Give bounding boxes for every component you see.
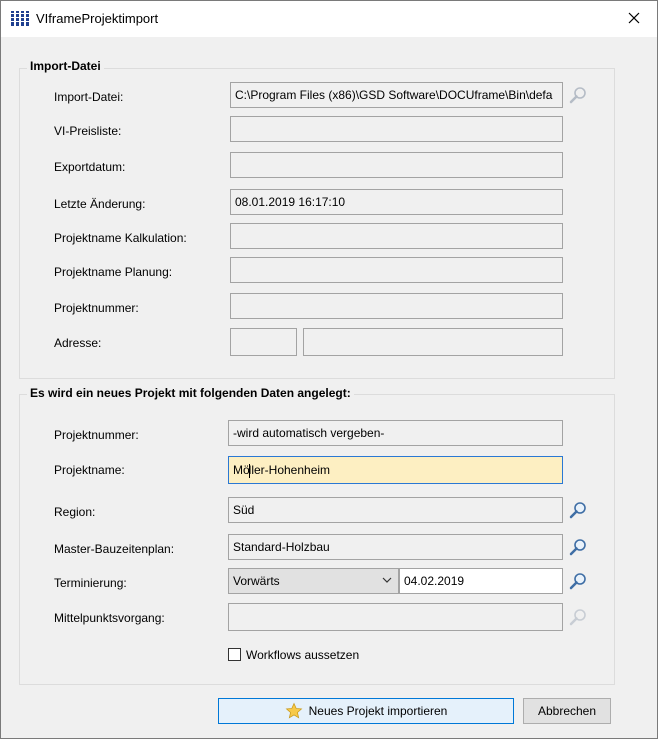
projektnummer-import-label: Projektnummer: [54, 301, 139, 315]
exportdatum-label: Exportdatum: [54, 160, 126, 174]
workflows-checkbox[interactable] [228, 648, 241, 661]
import-file-field[interactable]: C:\Program Files (x86)\GSD Software\DOCU… [230, 82, 563, 108]
import-project-button-label: Neues Projekt importieren [308, 704, 448, 718]
projektname-input[interactable]: Möller-Hohenheim [228, 456, 563, 484]
cancel-button-label: Abbrechen [537, 704, 597, 718]
mittelpunktsvorgang-label: Mittelpunktsvorgang: [54, 611, 165, 625]
workflows-label: Workflows aussetzen [246, 648, 360, 662]
projektnummer-import-field[interactable] [230, 293, 563, 319]
region-field[interactable]: Süd [228, 497, 563, 523]
chevron-down-icon [382, 577, 392, 583]
cancel-button[interactable]: Abbrechen [523, 698, 611, 724]
projektname-kalkulation-label: Projektname Kalkulation: [54, 231, 187, 245]
projektname-planung-label: Projektname Planung: [54, 265, 173, 279]
projektname-planung-field[interactable] [230, 257, 563, 283]
projektnummer-field[interactable]: -wird automatisch vergeben- [228, 420, 563, 446]
terminierung-select[interactable]: Vorwärts [228, 568, 399, 594]
master-bauzeitenplan-label: Master-Bauzeitenplan: [54, 542, 175, 556]
title-bar: VIframeProjektimport [1, 1, 657, 37]
terminierung-label: Terminierung: [54, 576, 127, 590]
terminierung-search-icon[interactable] [568, 571, 588, 591]
search-icon[interactable] [568, 85, 588, 105]
adresse-short-field[interactable] [230, 328, 297, 356]
master-bauzeitenplan-field[interactable]: Standard-Holzbau [228, 534, 563, 560]
projektname-label: Projektname: [54, 463, 125, 477]
adresse-label: Adresse: [54, 336, 102, 350]
mittelpunkt-search-icon[interactable] [568, 607, 588, 627]
import-file-group-title: Import-Datei [27, 59, 104, 73]
import-file-label: Import-Datei: [54, 90, 124, 104]
dialog-window: VIframeProjektimport Import-Datei Import… [0, 0, 658, 739]
import-project-button[interactable]: Neues Projekt importieren [218, 698, 514, 724]
vi-preisliste-field[interactable] [230, 116, 563, 142]
mittelpunktsvorgang-field[interactable] [228, 603, 563, 631]
new-project-group-title: Es wird ein neues Projekt mit folgenden … [27, 386, 354, 400]
adresse-long-field[interactable] [303, 328, 563, 356]
projektname-text-before-cursor: Mö [233, 463, 250, 477]
terminierung-select-value: Vorwärts [233, 574, 280, 588]
app-icon [11, 11, 29, 26]
region-label: Region: [54, 505, 96, 519]
exportdatum-field[interactable] [230, 152, 563, 178]
region-search-icon[interactable] [568, 500, 588, 520]
window-title: VIframeProjektimport [36, 11, 159, 26]
projektname-kalkulation-field[interactable] [230, 223, 563, 249]
terminierung-date-field[interactable]: 04.02.2019 [399, 568, 563, 594]
letzte-aenderung-field[interactable]: 08.01.2019 16:17:10 [230, 189, 563, 215]
close-button[interactable] [611, 1, 657, 35]
letzte-aenderung-label: Letzte Änderung: [54, 197, 146, 211]
projektnummer-label: Projektnummer: [54, 428, 139, 442]
vi-preisliste-label: VI-Preisliste: [54, 124, 122, 138]
projektname-text-after-cursor: ller-Hohenheim [248, 463, 331, 477]
master-search-icon[interactable] [568, 537, 588, 557]
close-icon [628, 12, 640, 24]
star-icon [285, 702, 303, 719]
